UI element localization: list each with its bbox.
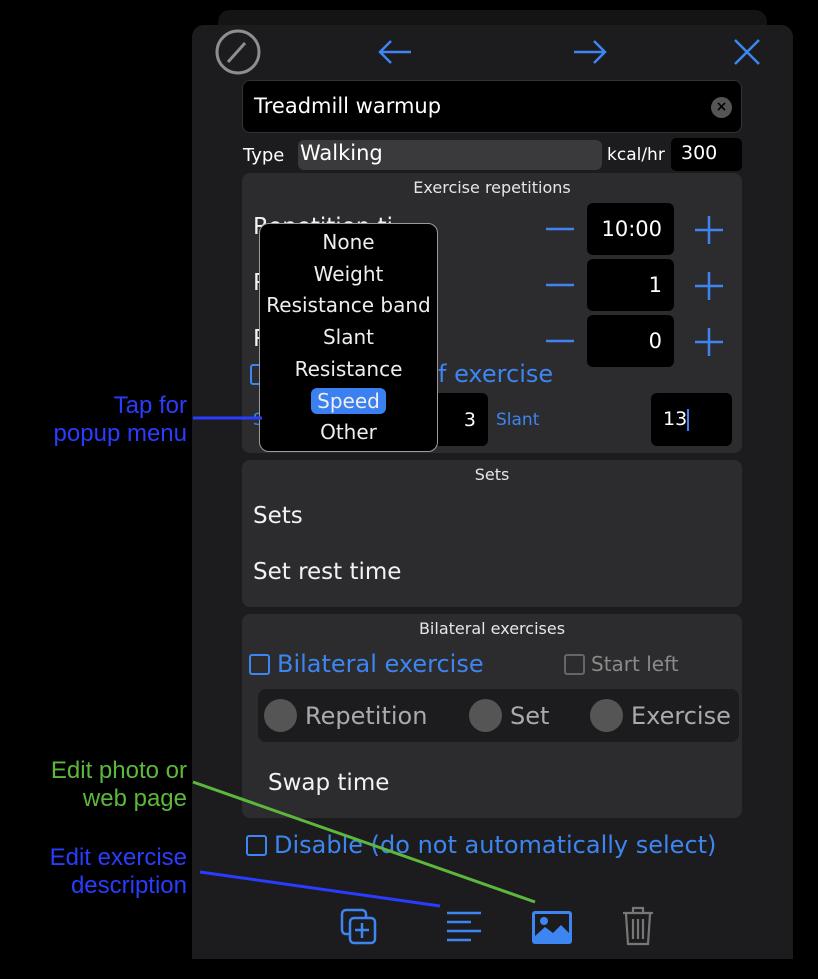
kcal-input[interactable]: 300 (671, 138, 742, 171)
popup-item-label: Weight (313, 261, 384, 286)
popup-item[interactable]: Resistance (260, 357, 437, 381)
photo-icon[interactable] (531, 910, 573, 946)
popup-item-label: Resistance (294, 356, 403, 381)
popup-item-label: Other (320, 420, 377, 445)
type-field[interactable]: Walking (298, 140, 602, 170)
row-label: Set rest time (253, 559, 402, 585)
slant-label: Slant (496, 410, 540, 430)
row-label: Sets (253, 503, 303, 529)
start-left-checkbox[interactable] (564, 654, 585, 675)
stepper-value[interactable]: 0 (587, 315, 674, 367)
popup-item[interactable]: None (260, 230, 437, 254)
radio-label: Repetition (305, 702, 428, 730)
bilateral-checkbox[interactable] (249, 654, 270, 675)
annotation-popup: Tap for popup menu (53, 392, 187, 447)
popup-item[interactable]: Resistance band (260, 293, 437, 317)
radio-set[interactable] (469, 699, 502, 732)
popup-item-label: Speed (311, 387, 386, 414)
minus-button[interactable] (545, 219, 575, 239)
arrow-right-icon[interactable] (572, 38, 608, 66)
popup-item-label: Slant (322, 325, 375, 350)
description-icon[interactable] (445, 910, 483, 944)
text-cursor (687, 408, 690, 431)
minus-button[interactable] (545, 331, 575, 351)
plus-button[interactable] (694, 271, 724, 301)
disable-checkbox[interactable] (246, 835, 267, 856)
annotation-photo: Edit photo or web page (50, 757, 187, 812)
section-title: Bilateral exercises (418, 619, 566, 638)
radio-repetition[interactable] (264, 699, 297, 732)
start-left-label: Start left (591, 652, 679, 676)
popup-item[interactable]: Slant (260, 325, 437, 349)
radio-exercise[interactable] (590, 699, 623, 732)
popup-menu: None Weight Resistance band Slant Resistance… (259, 223, 438, 452)
annotation-description: Edit exercise description (49, 844, 187, 899)
popup-item-label: None (322, 230, 375, 254)
popup-item[interactable]: Weight (260, 262, 437, 286)
close-icon[interactable] (733, 38, 761, 66)
section-title: Sets (474, 465, 510, 484)
section-title: Exercise repetitions (413, 178, 571, 197)
exercise-name-value: Treadmill warmup (254, 94, 442, 118)
exercise-name-input[interactable]: Treadmill warmup × (242, 80, 742, 133)
kcal-label: kcal/hr (607, 145, 665, 165)
pencil-circle-icon[interactable] (214, 28, 262, 76)
radio-label: Set (510, 702, 550, 730)
slant-value: 13 (663, 408, 688, 430)
stepper-value[interactable]: 1 (587, 259, 674, 311)
radio-label: Exercise (631, 702, 731, 730)
swap-mode-radio-group: Repetition Set Exercise (258, 689, 739, 742)
disable-label: Disable (do not automatically select) (274, 831, 717, 859)
swap-time-label: Swap time (268, 770, 390, 796)
type-label: Type (243, 145, 285, 166)
plus-button[interactable] (694, 215, 724, 245)
checkbox-label: f exercise (438, 360, 554, 388)
popup-item-label: Resistance band (266, 293, 431, 318)
plus-button[interactable] (694, 327, 724, 357)
duplicate-icon[interactable] (340, 908, 378, 946)
clear-icon[interactable]: × (711, 97, 732, 118)
bilateral-label: Bilateral exercise (277, 650, 484, 678)
trash-icon[interactable] (621, 906, 655, 946)
popup-item[interactable]: Other (260, 420, 437, 444)
stepper-value[interactable]: 10:00 (587, 203, 674, 255)
slant-input[interactable]: 13 (651, 393, 732, 446)
minus-button[interactable] (545, 275, 575, 295)
popup-item[interactable]: Speed (260, 387, 437, 414)
arrow-left-icon[interactable] (377, 38, 413, 66)
